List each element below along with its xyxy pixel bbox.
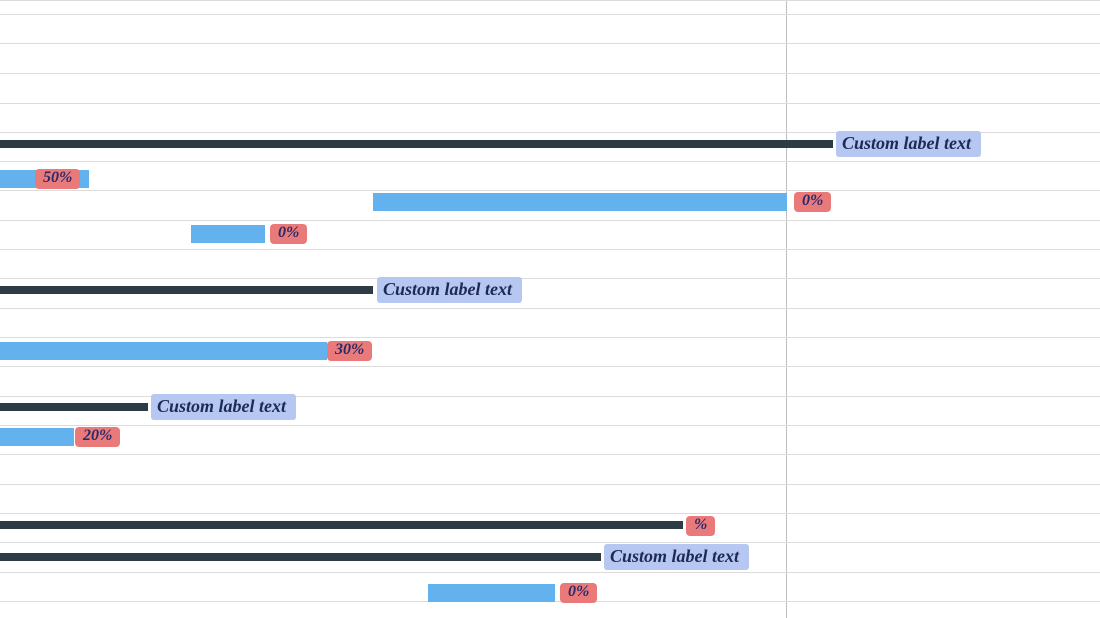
summary-bar[interactable] [0, 286, 373, 294]
task-bar[interactable] [428, 584, 555, 602]
progress-badge: 50% [35, 169, 80, 189]
gridline [0, 337, 1100, 338]
gridline [0, 249, 1100, 250]
progress-badge: % [686, 516, 715, 536]
task-bar[interactable] [0, 342, 327, 360]
gantt-canvas: Custom label text 50% 0% 0% Custom label tex… [0, 0, 1100, 618]
progress-badge: 20% [75, 427, 120, 447]
gridline [0, 484, 1100, 485]
task-bar[interactable] [0, 428, 74, 446]
progress-badge: 0% [794, 192, 831, 212]
gridline [0, 73, 1100, 74]
gridline [0, 0, 1100, 1]
gridline [0, 190, 1100, 191]
gridline [0, 454, 1100, 455]
gridline [0, 542, 1100, 543]
gridline [0, 425, 1100, 426]
custom-label: Custom label text [836, 131, 981, 157]
summary-bar[interactable] [0, 521, 683, 529]
gridline [0, 43, 1100, 44]
summary-bar[interactable] [0, 140, 833, 148]
custom-label: Custom label text [604, 544, 749, 570]
summary-bar[interactable] [0, 553, 601, 561]
gridline [0, 278, 1100, 279]
task-bar[interactable] [373, 193, 787, 211]
task-bar[interactable] [191, 225, 265, 243]
gridline [0, 308, 1100, 309]
gridline [0, 161, 1100, 162]
custom-label: Custom label text [151, 394, 296, 420]
gridline [0, 513, 1100, 514]
gridline [0, 103, 1100, 104]
gridline [0, 572, 1100, 573]
progress-badge: 0% [270, 224, 307, 244]
gridline [0, 220, 1100, 221]
custom-label: Custom label text [377, 277, 522, 303]
gridline [0, 366, 1100, 367]
summary-bar[interactable] [0, 403, 148, 411]
progress-badge: 30% [327, 341, 372, 361]
progress-badge: 0% [560, 583, 597, 603]
today-line [786, 0, 787, 618]
gridline [0, 14, 1100, 15]
